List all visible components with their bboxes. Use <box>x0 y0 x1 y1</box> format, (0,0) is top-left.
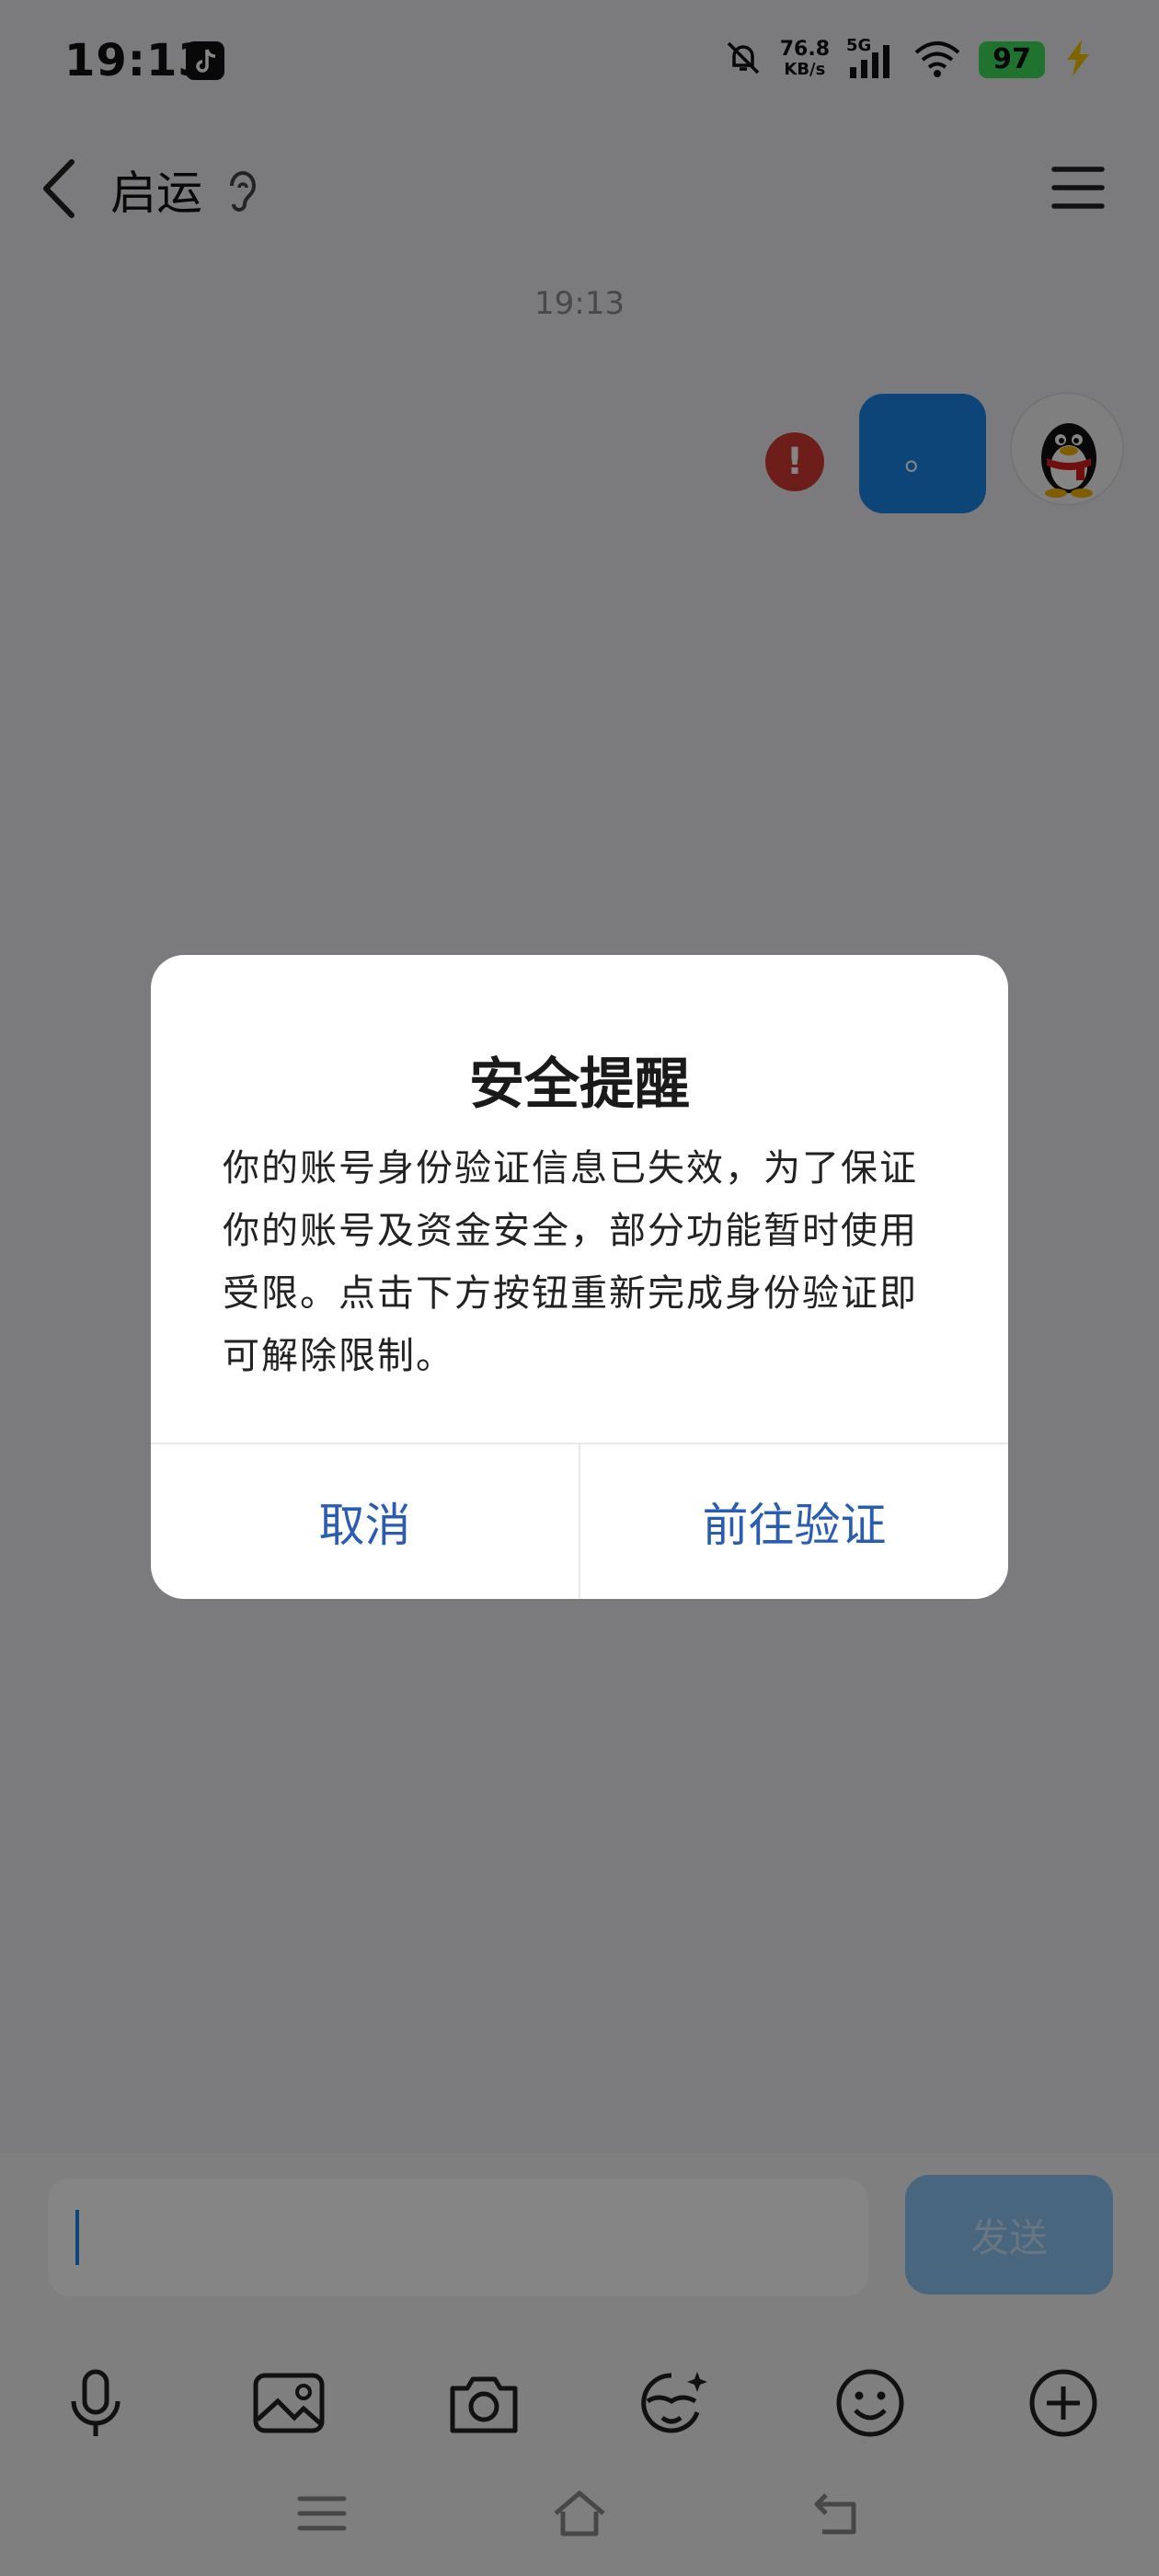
dialog-title: 安全提醒 <box>469 1052 690 1117</box>
dialog-message: 你的账号身份验证信息已失效，为了保证你的账号及资金安全，部分功能暂时使用受限。点… <box>223 1147 918 1377</box>
security-alert-dialog: 安全提醒 你的账号身份验证信息已失效，为了保证你的账号及资金安全，部分功能暂时使… <box>151 955 1008 1599</box>
verify-button[interactable]: 前往验证 <box>580 1444 1008 1599</box>
cancel-button[interactable]: 取消 <box>151 1444 579 1599</box>
